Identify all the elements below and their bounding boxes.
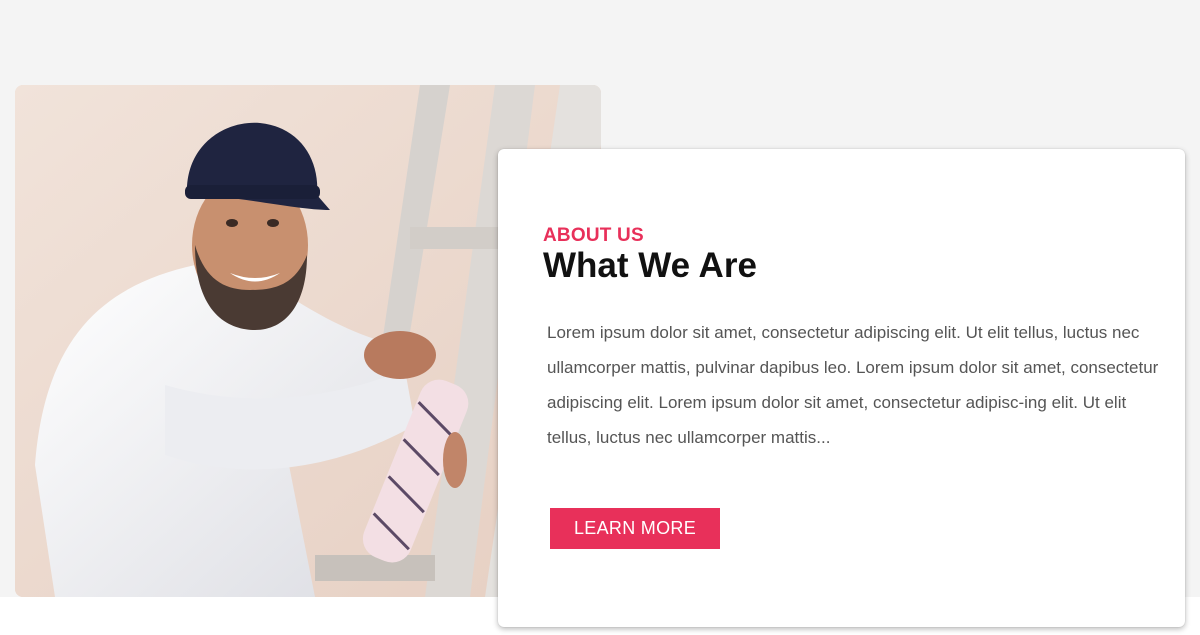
about-card: ABOUT US What We Are Lorem ipsum dolor s… bbox=[498, 149, 1185, 627]
about-description: Lorem ipsum dolor sit amet, consectetur … bbox=[547, 323, 1159, 447]
section-eyebrow: ABOUT US bbox=[543, 225, 644, 246]
section-heading: What We Are bbox=[543, 246, 757, 285]
learn-more-button[interactable]: LEARN MORE bbox=[550, 508, 720, 549]
